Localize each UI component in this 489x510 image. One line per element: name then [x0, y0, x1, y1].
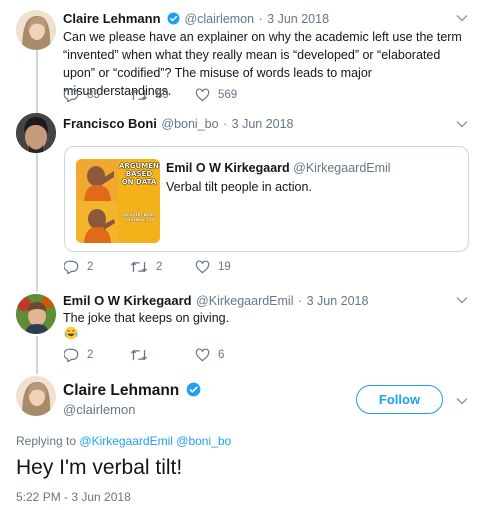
chevron-down-icon[interactable]	[456, 397, 468, 405]
thread-line	[36, 152, 38, 292]
like-count: 19	[218, 261, 231, 273]
retweet-icon	[130, 261, 148, 273]
like-button[interactable]: 6	[195, 347, 224, 363]
heart-icon	[195, 260, 210, 274]
verified-badge-icon	[186, 382, 201, 402]
retweet-button[interactable]	[130, 347, 156, 363]
separator-dot: ·	[258, 12, 263, 26]
reply-icon	[64, 348, 79, 362]
tweet-text: Can we please have an explainer on why t…	[63, 30, 462, 98]
retweet-count: 2	[156, 261, 163, 273]
heart-icon	[195, 348, 210, 362]
laughing-emoji-icon	[64, 326, 78, 340]
retweet-icon	[130, 349, 148, 361]
replying-prefix: Replying to	[16, 434, 77, 448]
tweet-text: The joke that keeps on giving.	[63, 311, 230, 325]
avatar[interactable]	[16, 294, 56, 334]
like-button[interactable]: 569	[195, 87, 237, 103]
reply-count: 85	[87, 89, 100, 101]
tweet-date[interactable]: 3 Jun 2018	[232, 117, 294, 131]
author-handle[interactable]: @KirkegaardEmil	[196, 294, 293, 308]
retweet-count: 69	[156, 89, 169, 101]
reply-button[interactable]: 85	[64, 87, 100, 103]
replying-to-links[interactable]: @KirkegaardEmil @boni_bo	[79, 434, 231, 448]
author-name[interactable]: Claire Lehmann	[63, 382, 179, 399]
like-button[interactable]: 19	[195, 259, 231, 275]
quoted-author-handle: @KirkegaardEmil	[293, 161, 391, 175]
avatar[interactable]	[16, 10, 56, 50]
reply-icon	[64, 260, 79, 274]
replying-to: Replying to @KirkegaardEmil @boni_bo	[16, 434, 231, 448]
follow-button[interactable]: Follow	[356, 385, 443, 414]
reply-count: 2	[87, 261, 94, 273]
avatar[interactable]	[16, 113, 56, 153]
thread-line	[36, 336, 38, 374]
retweet-button[interactable]: 2	[130, 259, 162, 275]
avatar[interactable]	[16, 376, 56, 416]
quoted-tweet-text: Verbal tilt people in action.	[166, 180, 312, 194]
retweet-button[interactable]: 69	[130, 87, 169, 103]
reply-button[interactable]: 2	[64, 259, 93, 275]
separator-dot: ·	[223, 117, 228, 131]
reply-button[interactable]: 2	[64, 347, 93, 363]
tweet-date[interactable]: 3 Jun 2018	[267, 12, 329, 26]
tweet-text: Hey I'm verbal tilt!	[16, 456, 183, 479]
like-count: 569	[218, 89, 238, 101]
tweet-timestamp[interactable]: 5:22 PM - 3 Jun 2018	[16, 490, 131, 504]
heart-icon	[195, 88, 210, 102]
meme-caption-top: ARGUMENT BASED ON DATA	[119, 162, 160, 186]
reply-count: 2	[87, 349, 94, 361]
reply-icon	[64, 88, 79, 102]
separator-dot: ·	[297, 294, 303, 308]
author-name[interactable]: Claire Lehmann	[63, 11, 161, 26]
author-handle[interactable]: @clairlemon	[184, 12, 254, 26]
author-name[interactable]: Francisco Boni	[63, 116, 157, 131]
retweet-icon	[130, 89, 148, 101]
quoted-tweet-card[interactable]: ARGUMENT BASED ON DATA ARGUMENT BASED ON…	[64, 146, 469, 252]
meme-caption-bottom: ARGUMENT BASED ON VERBAL TILT	[122, 213, 156, 222]
meme-image[interactable]: ARGUMENT BASED ON DATA ARGUMENT BASED ON…	[76, 159, 160, 243]
like-count: 6	[218, 349, 225, 361]
author-handle[interactable]: @boni_bo	[161, 117, 218, 131]
author-name[interactable]: Emil O W Kirkegaard	[63, 293, 192, 308]
thread-line	[36, 50, 38, 113]
chevron-down-icon[interactable]	[456, 296, 468, 304]
chevron-down-icon[interactable]	[456, 14, 468, 22]
author-handle[interactable]: @clairlemon	[63, 402, 135, 417]
tweet-date[interactable]: 3 Jun 2018	[307, 294, 369, 308]
quoted-author-name: Emil O W Kirkegaard	[166, 161, 290, 175]
chevron-down-icon[interactable]	[456, 120, 468, 128]
